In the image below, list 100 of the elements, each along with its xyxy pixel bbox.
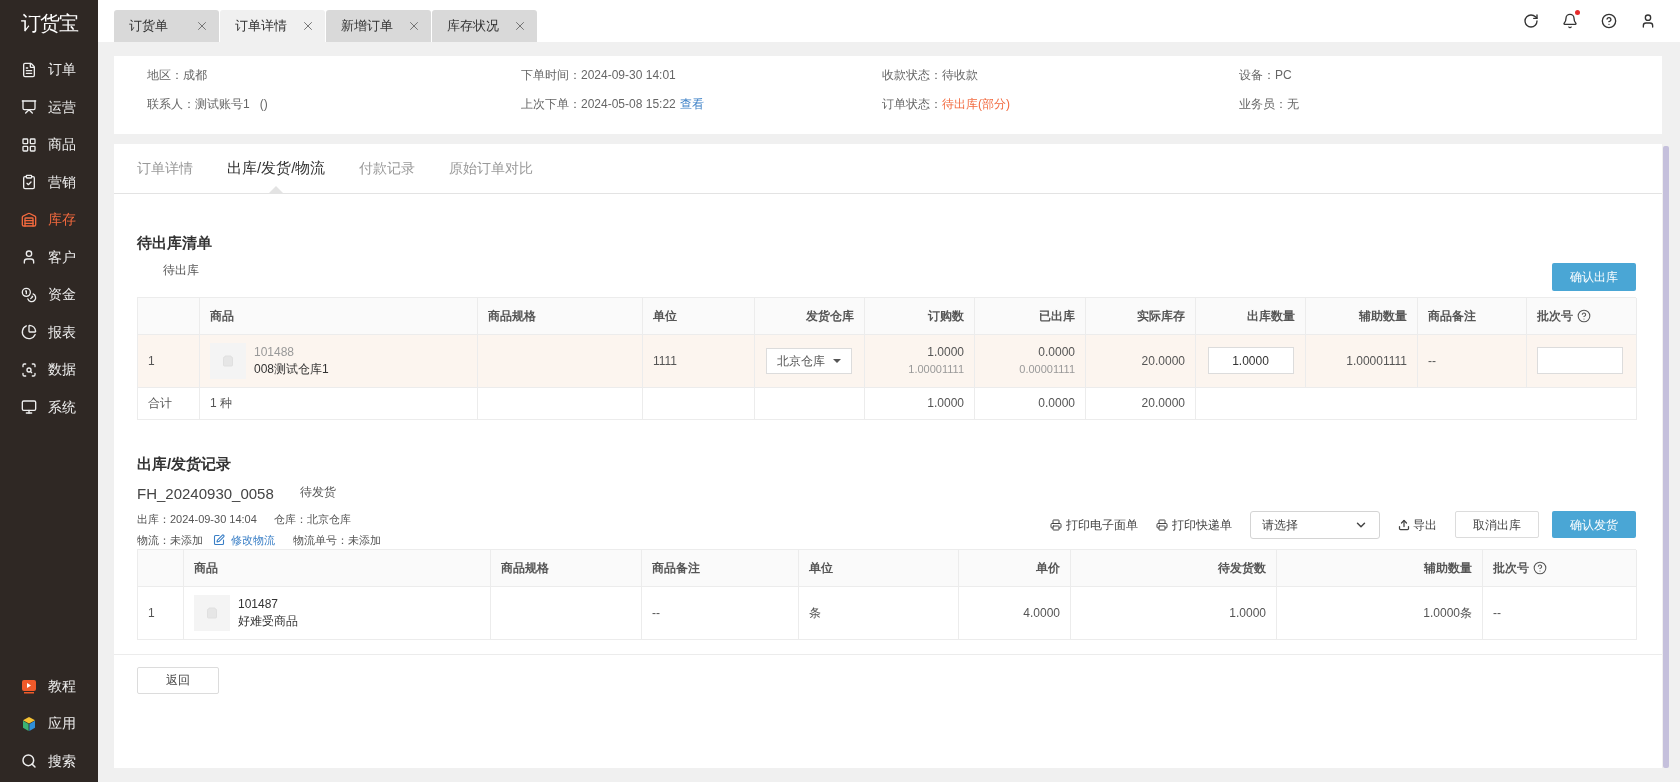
sidebar-item[interactable]: 客户 xyxy=(0,238,98,276)
tracking-number: 物流单号：未添加 xyxy=(293,533,381,548)
warehouse-select[interactable]: 北京仓库 xyxy=(766,347,852,374)
table-cell: -- xyxy=(1418,334,1527,388)
logistics-info: 物流：未添加 xyxy=(137,533,203,548)
sidebar-item[interactable]: 资金 xyxy=(0,276,98,314)
sidebar-item[interactable]: 搜索 xyxy=(0,742,98,780)
column-label: 单位 xyxy=(653,307,677,325)
back-button[interactable]: 返回 xyxy=(137,666,219,694)
table-cell: 1111 xyxy=(643,334,755,388)
sidebar-item[interactable]: 数据 xyxy=(0,351,98,389)
page-tab[interactable]: 订单详情 xyxy=(220,10,325,42)
help-icon[interactable] xyxy=(1577,308,1591,323)
monitor-icon xyxy=(21,399,37,416)
shipment-code: FH_20240930_0058 xyxy=(137,484,274,504)
scrollbar[interactable] xyxy=(1663,146,1669,768)
sidebar-item[interactable]: 应用 xyxy=(0,705,98,743)
search-icon xyxy=(21,753,37,770)
cancel-outbound-button[interactable]: 取消出库 xyxy=(1455,511,1539,538)
table-cell: 1 种 xyxy=(200,387,478,420)
table-cell: 1.0000 xyxy=(865,387,975,420)
close-icon[interactable] xyxy=(195,19,209,33)
column-label: 实际库存 xyxy=(1137,307,1185,325)
sidebar-item[interactable]: 商品 xyxy=(0,126,98,164)
sidebar-item[interactable]: 运营 xyxy=(0,88,98,126)
user-icon xyxy=(21,249,37,266)
column-label: 商品 xyxy=(210,307,234,325)
export-link[interactable]: 导出 xyxy=(1398,515,1437,534)
grid-icon xyxy=(21,136,37,153)
scan-icon xyxy=(21,361,37,378)
table-cell: -- xyxy=(1483,586,1637,640)
help-icon[interactable] xyxy=(1533,560,1547,575)
sidebar-item[interactable]: 系统 xyxy=(0,388,98,426)
info-label: 设备： xyxy=(1239,67,1275,84)
table-cell: 1.0000 xyxy=(1071,586,1277,640)
outbound-time: 出库：2024-09-30 14:04 xyxy=(137,511,257,527)
info-value: 2024-05-08 15:22 xyxy=(581,96,676,113)
caret-icon xyxy=(833,358,841,363)
column-label: 批次号 xyxy=(1537,307,1573,325)
close-icon[interactable] xyxy=(513,19,527,33)
sidebar-item[interactable]: 营销 xyxy=(0,163,98,201)
close-icon[interactable] xyxy=(301,19,315,33)
detail-tab[interactable]: 出库/发货/物流 xyxy=(227,143,326,193)
column-label: 出库数量 xyxy=(1247,307,1295,325)
view-link[interactable]: 查看 xyxy=(679,95,704,113)
info-label: 下单时间： xyxy=(521,67,581,84)
info-label: 联系人： xyxy=(147,96,195,113)
notification-icon[interactable] xyxy=(1562,13,1578,29)
table-cell: 20.0000 xyxy=(1086,334,1196,388)
upload-icon xyxy=(1398,518,1410,531)
info-label: 业务员： xyxy=(1239,96,1287,113)
info-label: 地区： xyxy=(147,67,183,84)
quantity-input[interactable]: 1.0000 xyxy=(1207,347,1294,374)
info-label: 上次下单： xyxy=(521,96,581,113)
select-field[interactable]: 请选择 xyxy=(1250,510,1380,539)
table-cell: 0.0000 xyxy=(975,387,1086,420)
page-tab[interactable]: 新增订单 xyxy=(326,10,431,42)
edit-icon xyxy=(213,534,225,547)
table-cell: -- xyxy=(642,586,799,640)
app-logo: 订货宝 xyxy=(19,11,79,36)
product-name: 008测试仓库1 xyxy=(254,360,329,378)
coins-icon xyxy=(21,286,37,303)
column-label: 商品规格 xyxy=(488,307,536,325)
edit-logistics-link[interactable]: 修改物流 xyxy=(213,532,275,549)
printer-icon xyxy=(1156,518,1168,531)
section-subtitle: 待出库 xyxy=(163,261,199,279)
info-value: 待收款 xyxy=(942,67,978,84)
help-icon[interactable] xyxy=(1601,13,1617,29)
column-label: 辅助数量 xyxy=(1424,559,1472,577)
aux-quantity-value: 1.00001111 xyxy=(908,361,964,377)
print-waybill-link[interactable]: 打印电子面单 xyxy=(1050,515,1138,534)
batch-input[interactable] xyxy=(1537,347,1623,374)
sidebar-item[interactable]: 订单 xyxy=(0,51,98,89)
sidebar-item[interactable]: 库存 xyxy=(0,201,98,239)
column-label: 已出库 xyxy=(1039,307,1075,325)
column-label: 单位 xyxy=(809,559,833,577)
refresh-icon[interactable] xyxy=(1523,13,1539,29)
column-label: 订购数 xyxy=(928,307,964,325)
user-icon[interactable] xyxy=(1640,13,1656,29)
table-cell: 合计 xyxy=(138,387,200,420)
info-value: 测试账号1 xyxy=(195,96,250,113)
info-value: 待出库(部分) xyxy=(942,96,1010,113)
sidebar-item[interactable]: 教程 xyxy=(0,667,98,705)
print-express-link[interactable]: 打印快递单 xyxy=(1156,515,1232,534)
close-icon[interactable] xyxy=(407,19,421,33)
table-cell: 1 xyxy=(138,334,200,388)
page-tab[interactable]: 订货单 xyxy=(114,10,219,42)
column-label: 单价 xyxy=(1036,559,1060,577)
pie-chart-icon xyxy=(21,324,37,341)
clipboard-icon xyxy=(21,174,37,191)
info-value: PC xyxy=(1275,67,1292,84)
table-cell: 条 xyxy=(799,586,959,640)
page-tab[interactable]: 库存状况 xyxy=(432,10,537,42)
column-label: 商品备注 xyxy=(1428,307,1476,325)
quantity-value: 1.0000 xyxy=(927,343,964,361)
section-title: 待出库清单 xyxy=(137,233,213,253)
sidebar-item[interactable]: 报表 xyxy=(0,313,98,351)
product-code: 101488 xyxy=(254,343,296,361)
column-label: 商品 xyxy=(194,559,218,577)
info-value: 无 xyxy=(1287,96,1299,113)
